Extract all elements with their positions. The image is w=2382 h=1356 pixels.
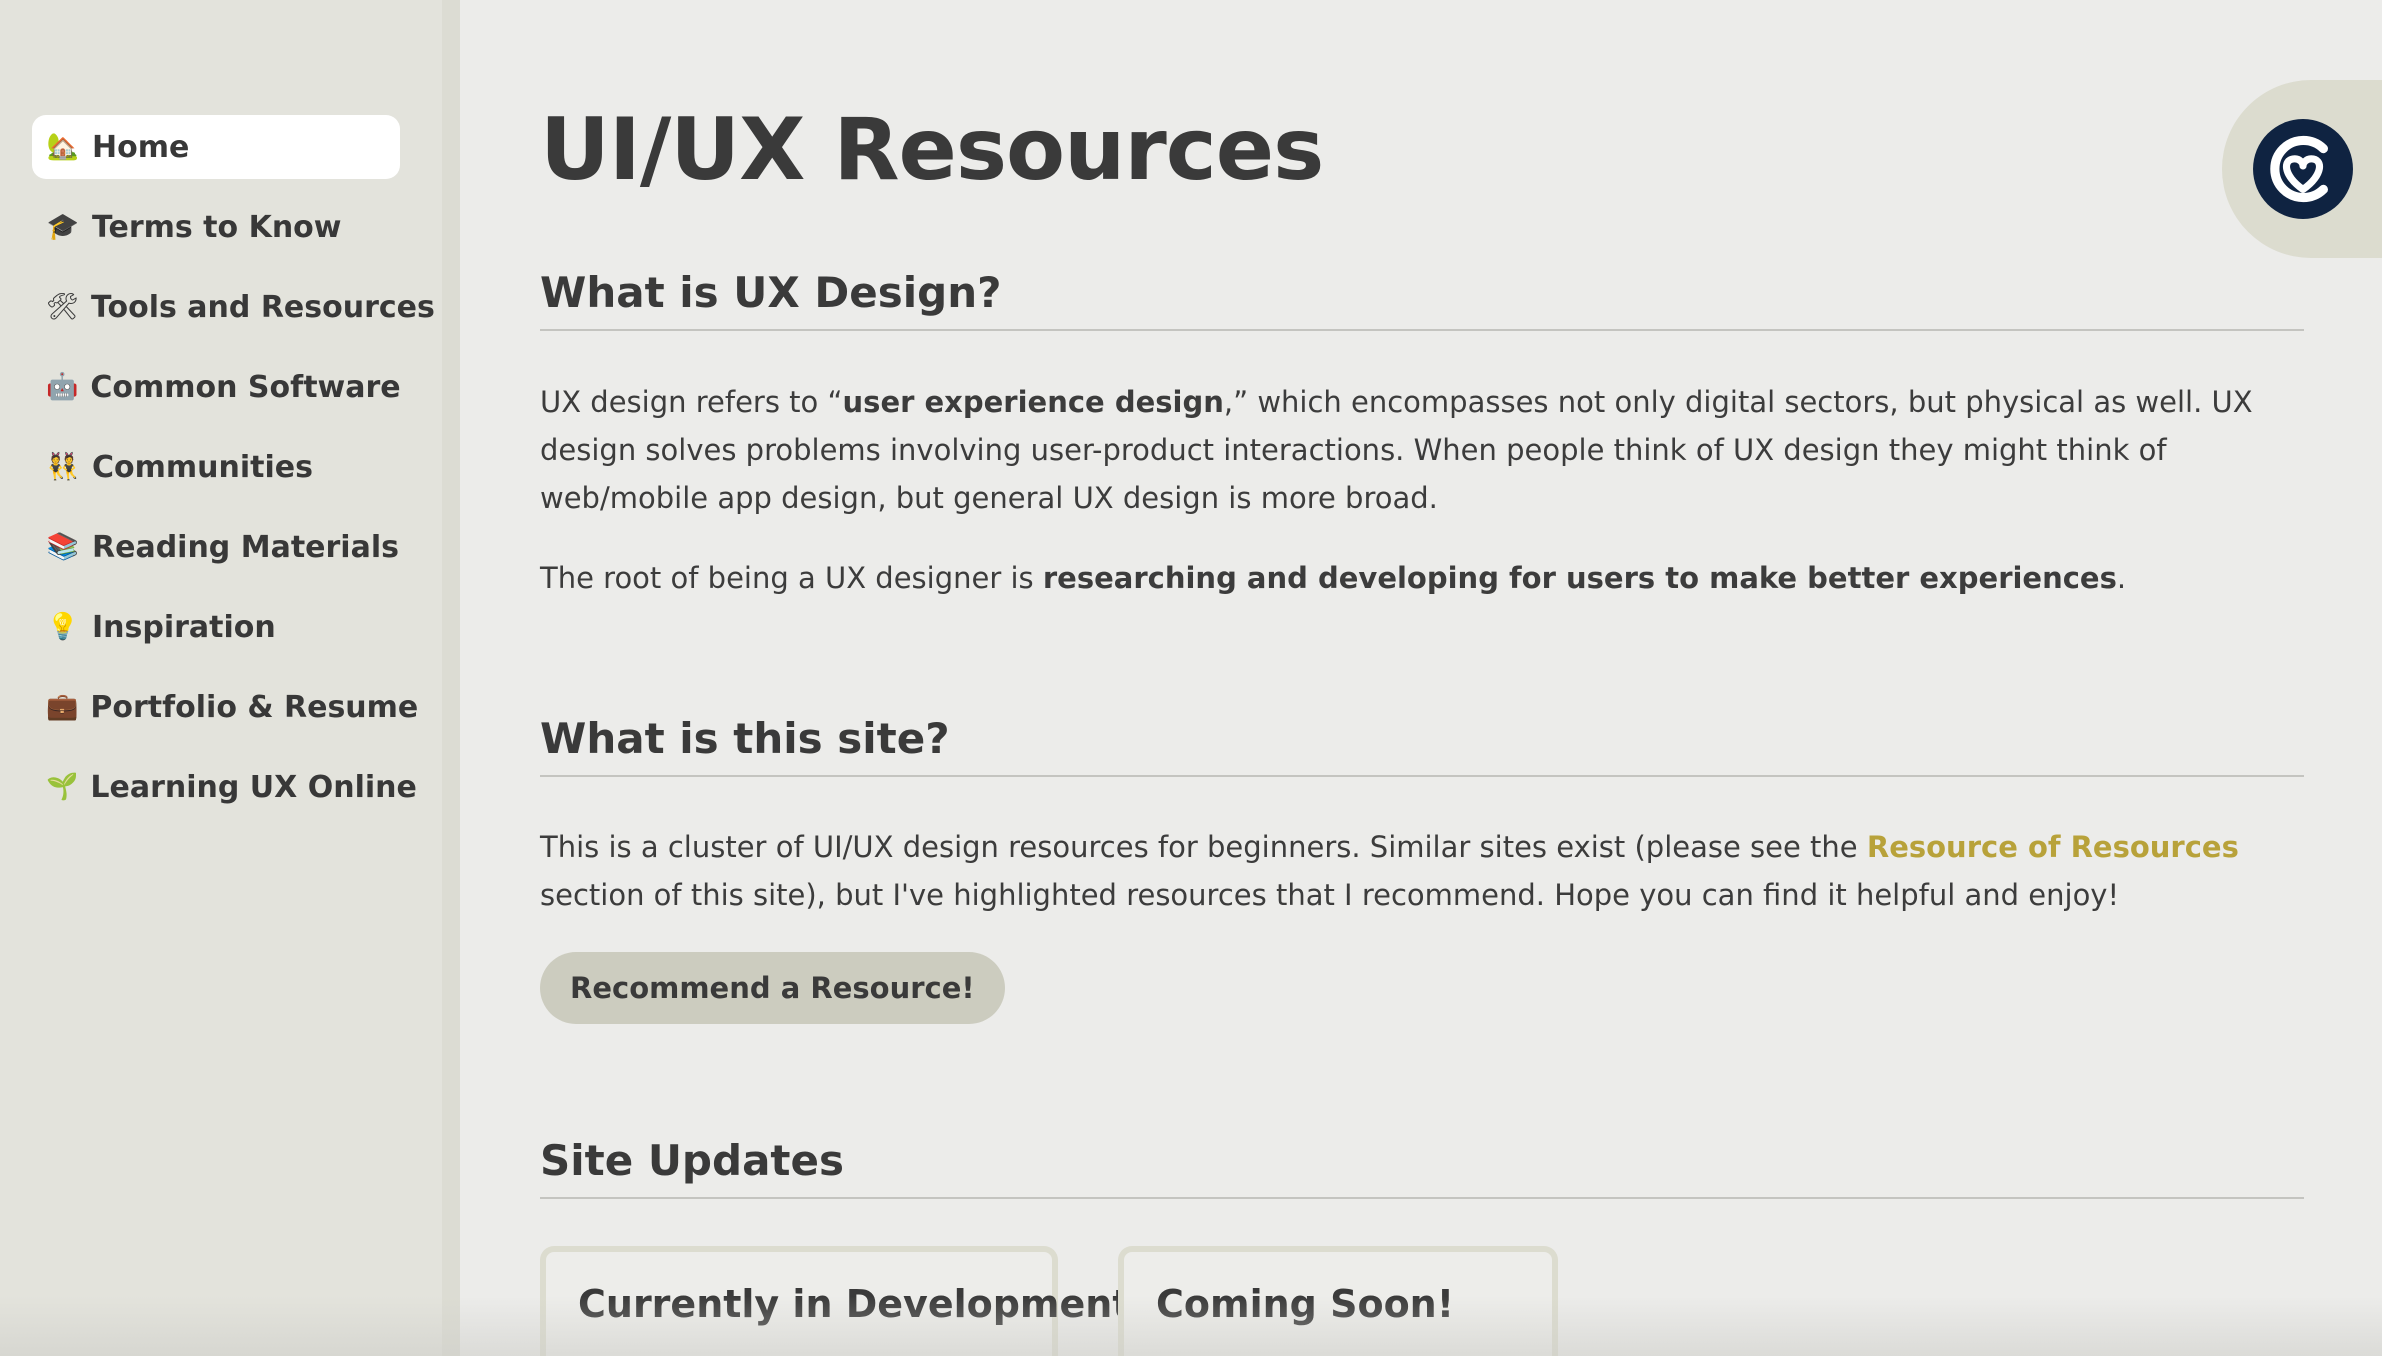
sidebar-item-label: Tools and Resources [91,289,435,325]
text-run: The root of being a UX designer is [540,561,1043,595]
update-card-in-development[interactable]: Currently in Development [540,1246,1131,1356]
resource-of-resources-link[interactable]: Resource of Resources [1867,830,2239,864]
sidebar-item-inspiration[interactable]: 💡 Inspiration [32,595,400,659]
sidebar-item-communities[interactable]: 👯 Communities [32,435,400,499]
sidebar-item-label: Terms to Know [92,209,342,245]
sidebar-item-label: Home [92,129,190,165]
bold-text: researching and developing for users to … [1042,561,2117,595]
briefcase-icon: 💼 [46,692,79,722]
people-icon: 👯 [46,452,80,482]
section-heading-this-site: What is this site? [540,714,2304,777]
sidebar: 🏡 Home 🎓 Terms to Know 🛠 Tools and Resou… [0,0,442,1356]
house-icon: 🏡 [46,132,80,162]
section-heading-ux-design: What is UX Design? [540,268,2304,331]
ux-design-paragraph: UX design refers to “user experience des… [540,378,2304,522]
page-title: UI/UX Resources [540,100,1324,200]
card-title: Currently in Development [578,1282,1131,1326]
tools-icon: 🛠 [46,292,80,322]
recommend-resource-button[interactable]: Recommend a Resource! [540,952,1005,1024]
text-run: UX design refers to “ [540,385,843,419]
text-run: section of this site), but I've highligh… [540,878,2120,912]
card-title: Coming Soon! [1156,1282,1455,1326]
sidebar-item-portfolio-resume[interactable]: 💼 Portfolio & Resume [32,675,418,739]
lightbulb-icon: 💡 [46,612,80,642]
app-root: 🏡 Home 🎓 Terms to Know 🛠 Tools and Resou… [0,0,2382,1356]
sidebar-item-tools-and-resources[interactable]: 🛠 Tools and Resources [32,275,435,339]
text-run: This is a cluster of UI/UX design resour… [540,830,1867,864]
sidebar-item-terms-to-know[interactable]: 🎓 Terms to Know [32,195,400,259]
sidebar-item-label: Reading Materials [92,529,399,565]
sidebar-item-label: Inspiration [92,609,276,645]
sidebar-item-learning-ux-online[interactable]: 🌱 Learning UX Online [32,755,417,819]
robot-icon: 🤖 [46,372,79,402]
sidebar-item-label: Learning UX Online [90,769,417,805]
ux-designer-paragraph: The root of being a UX designer is resea… [540,554,2304,602]
seedling-icon: 🌱 [46,772,79,802]
graduation-cap-icon: 🎓 [46,212,80,242]
heart-logo-icon [2253,119,2353,219]
sidebar-item-home[interactable]: 🏡 Home [32,115,400,179]
update-card-coming-soon[interactable]: Coming Soon! [1118,1246,1558,1356]
bold-text: user experience design [842,385,1224,419]
sidebar-divider [442,0,460,1356]
sidebar-item-label: Common Software [90,369,401,405]
text-run: . [2116,561,2127,595]
main-content: UI/UX Resources What is UX Design? UX de… [540,0,2304,1356]
sidebar-nav: 🏡 Home 🎓 Terms to Know 🛠 Tools and Resou… [32,115,435,835]
section-heading-site-updates: Site Updates [540,1136,2304,1199]
sidebar-item-reading-materials[interactable]: 📚 Reading Materials [32,515,400,579]
sidebar-item-common-software[interactable]: 🤖 Common Software [32,355,401,419]
sidebar-item-label: Portfolio & Resume [90,689,419,725]
sidebar-item-label: Communities [92,449,313,485]
site-description-paragraph: This is a cluster of UI/UX design resour… [540,823,2304,919]
books-icon: 📚 [46,532,80,562]
